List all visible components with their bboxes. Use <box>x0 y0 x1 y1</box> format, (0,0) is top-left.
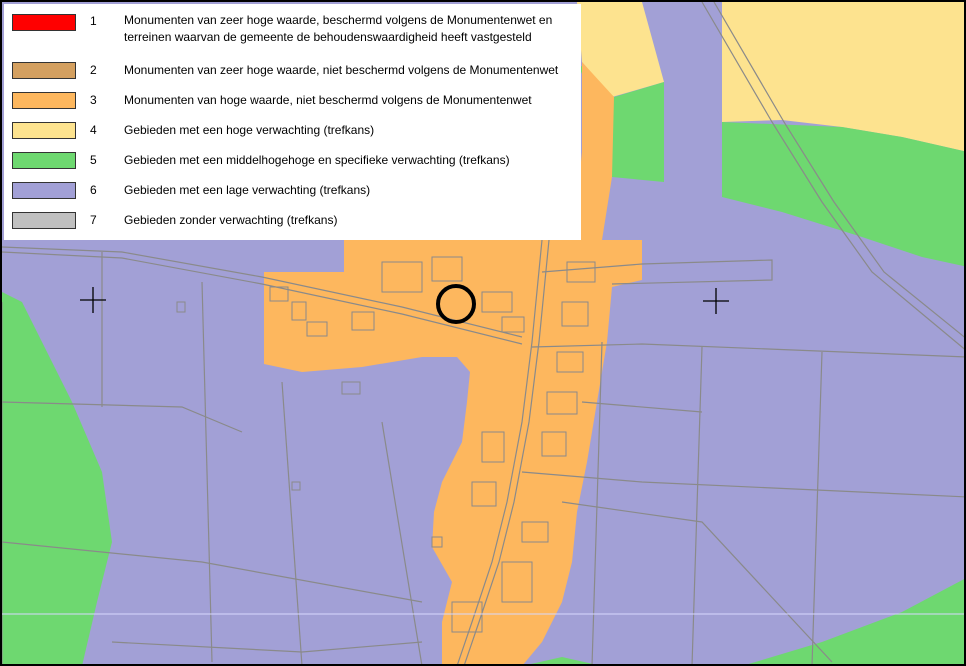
legend-number: 6 <box>90 183 97 197</box>
legend-number: 7 <box>90 213 97 227</box>
legend-label: Gebieden zonder verwachting (trefkans) <box>124 213 338 227</box>
legend-swatch <box>12 152 76 169</box>
legend-label: Gebieden met een middelhogehoge en speci… <box>124 153 510 167</box>
legend-label: Monumenten van hoge waarde, niet bescher… <box>124 93 532 107</box>
legend-item-5: 5 Gebieden met een middelhogehoge en spe… <box>4 152 581 182</box>
map-legend: 1 Monumenten van zeer hoge waarde, besch… <box>4 4 581 240</box>
legend-label: Gebieden met een lage verwachting (trefk… <box>124 183 371 197</box>
legend-item-6: 6 Gebieden met een lage verwachting (tre… <box>4 182 581 212</box>
legend-item-7: 7 Gebieden zonder verwachting (trefkans) <box>4 212 581 242</box>
legend-number: 4 <box>90 123 97 137</box>
legend-item-3: 3 Monumenten van hoge waarde, niet besch… <box>4 92 581 122</box>
legend-swatch <box>12 62 76 79</box>
legend-number: 5 <box>90 153 97 167</box>
legend-swatch <box>12 212 76 229</box>
legend-item-4: 4 Gebieden met een hoge verwachting (tre… <box>4 122 581 152</box>
legend-item-2: 2 Monumenten van zeer hoge waarde, niet … <box>4 62 581 92</box>
legend-item-1: 1 Monumenten van zeer hoge waarde, besch… <box>4 12 581 44</box>
map-canvas[interactable]: 1 Monumenten van zeer hoge waarde, besch… <box>0 0 966 666</box>
legend-label: Monumenten van zeer hoge waarde, bescher… <box>124 13 553 44</box>
legend-label: Gebieden met een hoge verwachting (trefk… <box>124 123 375 137</box>
legend-label: Monumenten van zeer hoge waarde, niet be… <box>124 63 559 77</box>
legend-number: 2 <box>90 63 97 77</box>
legend-number: 1 <box>90 14 97 28</box>
legend-number: 3 <box>90 93 97 107</box>
legend-swatch <box>12 92 76 109</box>
legend-swatch <box>12 182 76 199</box>
legend-swatch <box>12 14 76 31</box>
legend-swatch <box>12 122 76 139</box>
